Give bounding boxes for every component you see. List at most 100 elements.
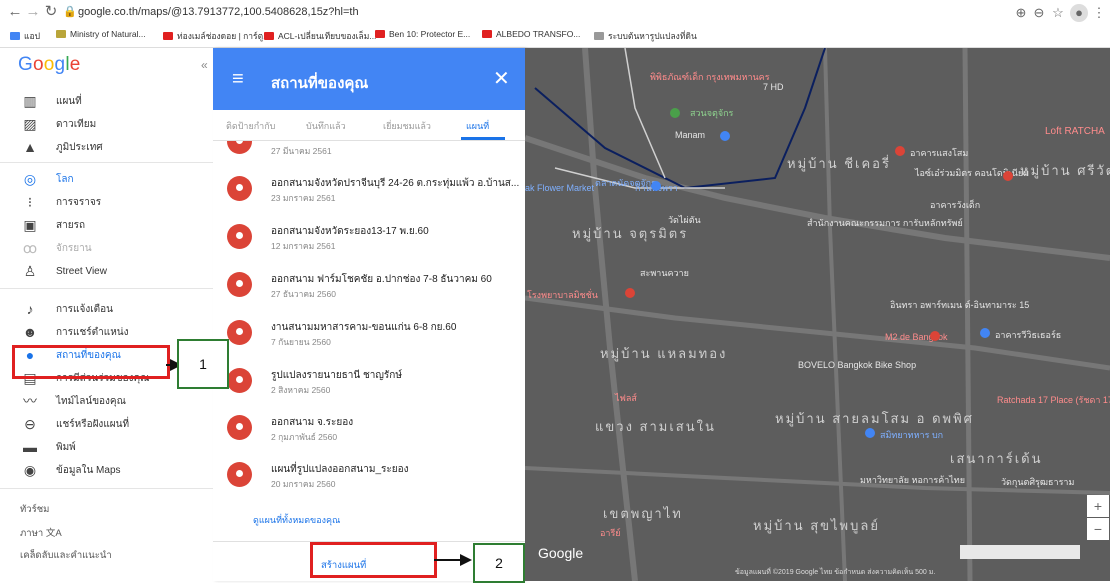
sidebar-item-print[interactable]: ▬ พิมพ์ — [0, 436, 213, 458]
sidebar-item-your-data[interactable]: ◉ ข้อมูลใน Maps — [0, 459, 213, 481]
reload-icon[interactable]: ↻ — [42, 3, 60, 21]
map-label[interactable]: อารีย์ — [600, 526, 621, 540]
map-label[interactable]: ak Flower Market — [525, 183, 594, 193]
map-label[interactable]: พิพิธภัณฑ์เด็ก กรุงเทพมหานคร — [650, 70, 770, 84]
map-label[interactable]: สมิทยาทหาร บก — [880, 428, 943, 442]
list-item[interactable]: 27 มีนาคม 2561 — [213, 141, 525, 166]
place-name: ออกสนาม ฟาร์มโชคชัย อ.ปากช่อง 7-8 ธันวาค… — [271, 274, 492, 285]
places-list: 27 มีนาคม 2561 ออกสนามจังหวัดปราจีนบุรี … — [213, 141, 525, 541]
tab-labeled[interactable]: ติดป้ายกำกับ — [226, 119, 275, 133]
hospital-pin-icon[interactable] — [625, 288, 635, 298]
collapse-sidebar-icon[interactable]: « — [201, 58, 208, 72]
list-item[interactable]: ออกสนาม ฟาร์มโชคชัย อ.ปากช่อง 7-8 ธันวาค… — [213, 264, 525, 309]
map-label[interactable]: 7 HD — [763, 82, 784, 92]
place-pin-icon[interactable] — [865, 428, 875, 438]
place-pin-icon[interactable] — [930, 331, 940, 341]
bookmark-item[interactable]: ระบบต้นหารูปแปลงที่ดิน — [594, 29, 697, 43]
place-name: แผนที่รูปแปลงออกสนาม_ระยอง — [271, 464, 409, 475]
shopping-pin-icon[interactable] — [651, 181, 661, 191]
your-places-panel: ≡ สถานที่ของคุณ ✕ ติดป้ายกำกับ บันทึกแล้… — [213, 48, 525, 581]
map-label[interactable]: Manam — [675, 130, 705, 140]
tour-link[interactable]: ทัวร์ชม — [20, 502, 49, 517]
bookmark-item[interactable]: แอป — [10, 29, 40, 43]
bookmark-item[interactable]: ALBEDO TRANSFO... — [482, 29, 580, 39]
list-item[interactable]: งานสนามมหาสารคาม-ขอนแก่น 6-8 กย.60 7 กัน… — [213, 312, 525, 357]
place-date: 20 มกราคม 2560 — [271, 479, 336, 489]
forward-icon[interactable]: → — [24, 3, 42, 21]
map-label[interactable]: สำนักงานคณะกรรมการ การับหลักทรัพย์ — [807, 216, 963, 230]
imagery-thumbnails[interactable] — [960, 545, 1080, 559]
sidebar-item-transit[interactable]: ▣ สายรถ — [0, 214, 213, 236]
menu-icon[interactable]: ≡ — [232, 69, 244, 89]
sidebar-item-notifications[interactable]: ♪ การแจ้งเตือน — [0, 298, 213, 320]
list-item[interactable]: แผนที่รูปแปลงออกสนาม_ระยอง 20 มกราคม 256… — [213, 454, 525, 499]
profile-avatar[interactable]: ● — [1070, 4, 1088, 22]
sidebar-item-timeline[interactable]: 〰ไทม์ไลน์ของคุณ — [0, 390, 213, 412]
map-label[interactable]: หมู่บ้าน สายลมโสม อ ดพพิศ — [775, 408, 974, 429]
map-label[interactable]: หมู่บ้าน จตุรมิตร — [572, 223, 688, 244]
place-pin-icon[interactable] — [1003, 171, 1013, 181]
map-label[interactable]: Ratchada 17 Place (รัชดา 17 เพลส) — [997, 393, 1110, 407]
map-label[interactable]: อาคารวีวิธเธอร์ธ — [995, 328, 1061, 342]
more-menu-icon[interactable]: ⋮ — [1090, 4, 1108, 22]
tab-visited[interactable]: เยี่ยมชมแล้ว — [383, 119, 431, 133]
bookmark-item[interactable]: Ben 10: Protector E... — [375, 29, 470, 39]
map-label[interactable]: หมู่บ้าน ชีเคอรี่ — [787, 153, 891, 174]
place-name: ออกสนามจังหวัดปราจีนบุรี 24-26 ต.กระทุ่ม… — [271, 178, 520, 189]
map-label[interactable]: เขตพญาไท — [603, 503, 683, 524]
see-all-maps-link[interactable]: ดูแผนที่ทั้งหมดของคุณ — [253, 513, 340, 527]
map-label[interactable]: อาคารวังเด็ก — [930, 198, 980, 212]
sidebar-item-share-embed[interactable]: ⊖ แชร์หรือฝังแผนที่ — [0, 413, 213, 435]
globe-icon: ◎ — [23, 171, 37, 187]
map-label[interactable]: สวนจตุจักร — [690, 106, 733, 120]
map-pin-icon — [227, 415, 252, 440]
bookmark-item[interactable]: ท่องเมล์ช่องดอย | การ์ตู... — [163, 29, 270, 43]
map-label[interactable]: สะพานควาย — [640, 266, 689, 280]
list-item[interactable]: ออกสนามจังหวัดระยอง13-17 พ.ย.60 12 มกราค… — [213, 216, 525, 261]
list-item[interactable]: ออกสนาม จ.ระยอง 2 กุมภาพันธ์ 2560 — [213, 407, 525, 452]
map-label[interactable]: มหาวิทยาลัย หอการค้าไทย — [860, 473, 965, 487]
sidebar-item-globe[interactable]: ◎ โลก — [0, 168, 213, 190]
map-label[interactable]: BOVELO Bangkok Bike Shop — [798, 360, 916, 370]
bookmark-item[interactable]: Ministry of Natural... — [56, 29, 146, 39]
close-icon[interactable]: ✕ — [493, 66, 510, 91]
map-label[interactable]: หมู่บ้าน แหลมทอง — [600, 343, 727, 364]
bookmark-star-icon[interactable]: ☆ — [1049, 4, 1067, 22]
map-label[interactable]: อาคารแสงโสม — [910, 146, 968, 160]
sidebar-item-street-view[interactable]: ♙ Street View — [0, 260, 213, 282]
language-link[interactable]: ภาษา 文A — [20, 525, 62, 541]
place-pin-icon[interactable] — [720, 131, 730, 141]
zoom-icon[interactable]: ⊖ — [1030, 4, 1048, 22]
tab-saved[interactable]: บันทึกแล้ว — [306, 119, 346, 133]
location-icon[interactable]: ⊕ — [1012, 4, 1030, 22]
map-label[interactable]: วัดกุนตศิรุฒธาราม — [1001, 475, 1074, 489]
map-label[interactable]: เสนาการ์เด้น — [950, 448, 1043, 469]
map-label[interactable]: อินทรา อพาร์ทเมน ต์-อินทามาระ 15 — [890, 298, 1029, 312]
zoom-out-button[interactable]: − — [1087, 518, 1109, 540]
back-icon[interactable]: ← — [6, 3, 24, 21]
map-label[interactable]: Loft RATCHA — [1045, 126, 1105, 137]
map-pin-icon — [227, 272, 252, 297]
sidebar-item-bicycle[interactable]: ꝏ จักรยาน — [0, 237, 213, 259]
tab-maps[interactable]: แผนที่ — [466, 119, 489, 133]
zoom-in-button[interactable]: + — [1087, 495, 1109, 517]
sidebar-item-terrain[interactable]: ▲ ภูมิประเทศ — [0, 136, 213, 158]
list-item[interactable]: รูปแปลงรายนายธานี ชาญรักษ์ 2 สิงหาคม 256… — [213, 360, 525, 405]
address-bar[interactable]: google.co.th/maps/@13.7913772,100.540862… — [78, 6, 359, 18]
map-label[interactable]: หมู่บ้าน สุขไพบูลย์ — [753, 515, 880, 536]
map-label[interactable]: หมู่บ้าน ศรีวัฒนา — [1020, 160, 1110, 181]
map-canvas[interactable]: พิพิธภัณฑ์เด็ก กรุงเทพมหานคร สวนจตุจักร … — [525, 48, 1110, 581]
sidebar-item-traffic[interactable]: ⁝ การจราจร — [0, 191, 213, 213]
place-pin-icon[interactable] — [895, 146, 905, 156]
sidebar-item-satellite[interactable]: ▨ ดาวเทียม — [0, 113, 213, 135]
park-pin-icon[interactable] — [670, 108, 680, 118]
bookmark-favicon-icon — [56, 30, 66, 38]
tips-link[interactable]: เคล็ดลับและคำแนะนำ — [20, 548, 112, 563]
map-label[interactable]: ไฟลส์ — [615, 391, 637, 405]
bookmark-item[interactable]: ACL-เปลี่ยนเทียบของเล็ม... — [264, 29, 376, 43]
map-label[interactable]: โรงพยาบาลมิชชั่น — [527, 288, 598, 302]
place-pin-icon[interactable] — [980, 328, 990, 338]
sidebar-item-map[interactable]: ▥ แผนที่ — [0, 90, 213, 112]
list-item[interactable]: ออกสนามจังหวัดปราจีนบุรี 24-26 ต.กระทุ่ม… — [213, 168, 525, 213]
map-label[interactable]: แขวง สามเสนใน — [595, 416, 716, 437]
